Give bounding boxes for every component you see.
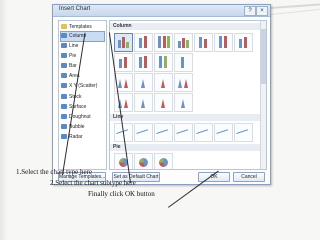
subtype-pie[interactable] xyxy=(114,153,133,169)
subtype-stacked-column[interactable] xyxy=(134,33,153,52)
bubble-chart-icon xyxy=(61,124,67,130)
area-chart-icon xyxy=(61,73,67,79)
insert-chart-dialog: Insert Chart ? × Templates Column Line P… xyxy=(52,4,271,185)
subtype-clustered-cylinder[interactable] xyxy=(114,53,133,72)
subtype-stacked-line[interactable] xyxy=(134,123,153,142)
subtype-line-markers[interactable] xyxy=(174,123,193,142)
doughnut-chart-icon xyxy=(61,114,67,120)
subtype-100-line-markers[interactable] xyxy=(214,123,233,142)
category-bar[interactable]: Bar xyxy=(61,62,104,71)
subtype-3d-pyramid[interactable] xyxy=(174,93,193,112)
close-button[interactable]: × xyxy=(256,6,268,16)
subtype-3d-100-stacked-column[interactable] xyxy=(214,33,233,52)
category-label: Bar xyxy=(69,63,77,69)
cancel-button[interactable]: Cancel xyxy=(233,172,265,182)
scrollbar-thumb[interactable] xyxy=(261,29,266,84)
subtype-100-stacked-pyramid[interactable] xyxy=(154,93,173,112)
category-label: Radar xyxy=(69,134,83,140)
category-surface[interactable]: Surface xyxy=(61,103,104,112)
category-label: Pie xyxy=(69,53,77,59)
dialog-title: Insert Chart xyxy=(59,6,91,12)
category-doughnut[interactable]: Doughnut xyxy=(61,113,104,122)
folder-icon xyxy=(61,24,67,30)
subtype-pie-of-pie[interactable] xyxy=(154,153,173,169)
pie-chart-icon xyxy=(61,53,67,59)
subtype-100-stacked-cylinder[interactable] xyxy=(154,53,173,72)
category-scatter[interactable]: X Y (Scatter) xyxy=(61,82,104,91)
instruction-step1: 1.Select the chart type here xyxy=(16,168,92,176)
category-area[interactable]: Area xyxy=(61,72,104,81)
category-label: Line xyxy=(69,43,79,49)
dialog-titlebar: Insert Chart ? × xyxy=(53,5,270,17)
subtype-3d-cylinder[interactable] xyxy=(174,53,193,72)
category-label: Bubble xyxy=(69,124,85,130)
subtype-stacked-cylinder[interactable] xyxy=(134,53,153,72)
subtype-3d-stacked-column[interactable] xyxy=(194,33,213,52)
subtype-3d-column[interactable] xyxy=(234,33,253,52)
category-label: Templates xyxy=(69,24,92,30)
category-label: X Y (Scatter) xyxy=(69,83,98,89)
subtype-3d-line[interactable] xyxy=(234,123,253,142)
instruction-step2: 2.Select the chart subtype here xyxy=(50,179,136,187)
subtype-stacked-cone[interactable] xyxy=(134,73,153,92)
subtype-100-stacked-line[interactable] xyxy=(154,123,173,142)
radar-chart-icon xyxy=(61,134,67,140)
help-button[interactable]: ? xyxy=(244,6,256,16)
section-header-column: Column xyxy=(110,23,263,30)
bar-chart-icon xyxy=(61,63,67,69)
chart-subtype-gallery: Column Line Pie xyxy=(109,20,267,170)
subtype-stacked-line-markers[interactable] xyxy=(194,123,213,142)
category-pie[interactable]: Pie xyxy=(61,52,104,61)
category-stock[interactable]: Stock xyxy=(61,93,104,102)
subtype-3d-clustered-column[interactable] xyxy=(174,33,193,52)
section-header-line: Line xyxy=(110,114,263,121)
gallery-scrollbar[interactable] xyxy=(260,21,266,169)
subtype-3d-pie[interactable] xyxy=(134,153,153,169)
stock-chart-icon xyxy=(61,94,67,100)
surface-chart-icon xyxy=(61,104,67,110)
line-chart-icon xyxy=(61,43,67,49)
category-templates[interactable]: Templates xyxy=(61,23,104,32)
scatter-chart-icon xyxy=(61,83,67,89)
column-chart-icon xyxy=(61,33,67,39)
subtype-100-stacked-column[interactable] xyxy=(154,33,173,52)
category-bubble[interactable]: Bubble xyxy=(61,123,104,132)
subtype-stacked-pyramid[interactable] xyxy=(134,93,153,112)
slide-edge xyxy=(0,0,8,240)
instruction-step3: Finally click OK button xyxy=(88,190,155,198)
subtype-100-stacked-cone[interactable] xyxy=(154,73,173,92)
section-header-pie: Pie xyxy=(110,144,263,151)
subtype-clustered-column[interactable] xyxy=(114,33,133,52)
subtype-3d-cone[interactable] xyxy=(174,73,193,92)
